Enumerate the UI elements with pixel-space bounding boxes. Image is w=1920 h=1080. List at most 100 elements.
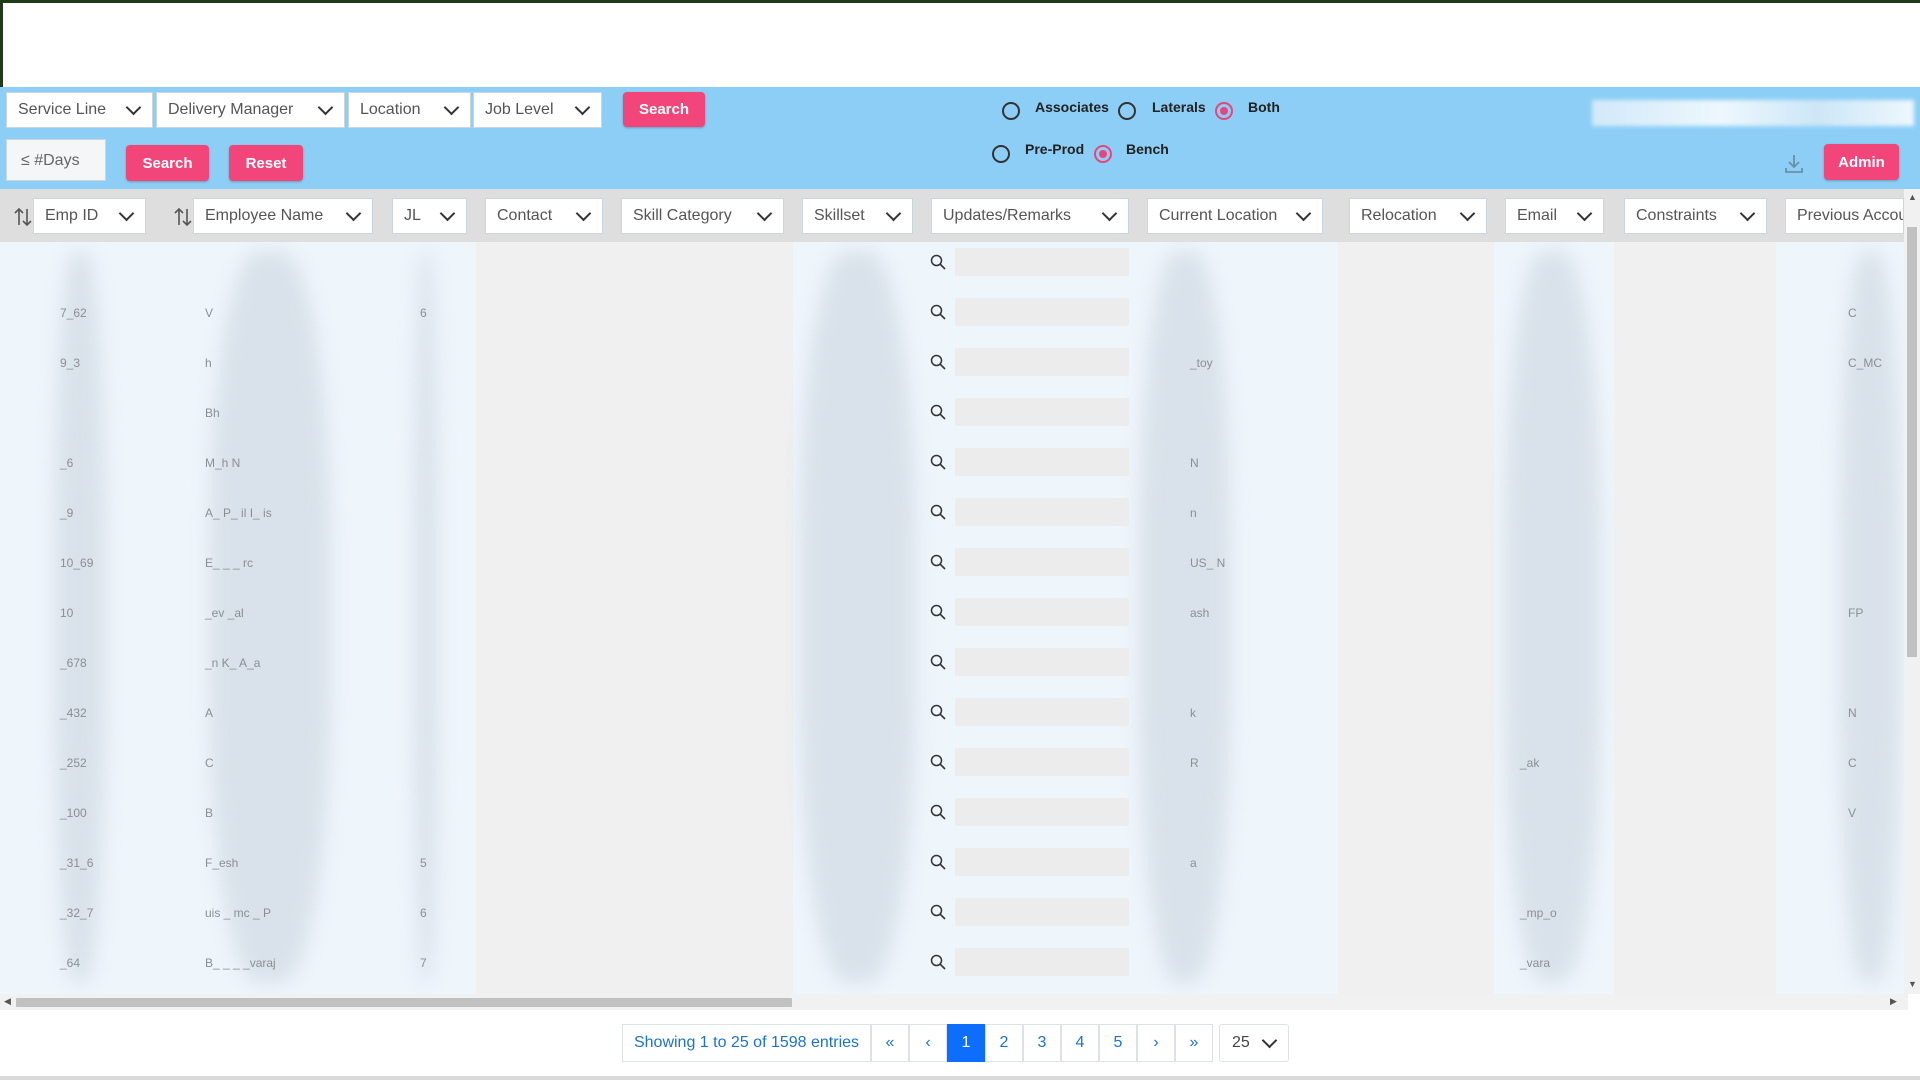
remark-input[interactable] [955, 598, 1129, 626]
remark-input[interactable] [955, 748, 1129, 776]
cell-current-location: a [1190, 856, 1197, 870]
search-days-button[interactable]: Search [126, 145, 209, 181]
col-previous-account-filter[interactable]: Previous Accou [1785, 198, 1904, 234]
search-icon[interactable] [930, 404, 946, 420]
col-jl-filter[interactable]: JL [392, 198, 467, 234]
download-icon[interactable] [1782, 152, 1806, 176]
horizontal-scrollbar[interactable]: ◀ ▶ [0, 994, 1908, 1010]
cell-employee-name: B_ _ _ _varaj [205, 956, 276, 970]
redacted-current-location [1140, 252, 1230, 982]
remark-input[interactable] [955, 548, 1129, 576]
col-contact-filter[interactable]: Contact [485, 198, 603, 234]
search-icon[interactable] [930, 454, 946, 470]
vertical-scroll-thumb[interactable] [1907, 227, 1917, 657]
remark-input[interactable] [955, 898, 1129, 926]
prev-page-button[interactable]: ‹ [909, 1024, 947, 1062]
search-icon[interactable] [930, 704, 946, 720]
search-icon[interactable] [930, 604, 946, 620]
page-size-select[interactable]: 25 [1219, 1024, 1289, 1062]
radio-bench-label: Bench [1126, 141, 1169, 157]
remark-input[interactable] [955, 398, 1129, 426]
service-line-dropdown[interactable]: Service Line [6, 92, 153, 128]
remark-input[interactable] [955, 448, 1129, 476]
search-icon[interactable] [930, 254, 946, 270]
col-email-filter[interactable]: Email [1505, 198, 1604, 234]
days-input[interactable]: ≤ #Days [6, 139, 106, 181]
search-icon[interactable] [930, 954, 946, 970]
location-dropdown[interactable]: Location [348, 92, 471, 128]
search-icon[interactable] [930, 804, 946, 820]
chevron-down-icon [125, 99, 142, 115]
page-2-button[interactable]: 2 [985, 1024, 1023, 1062]
radio-laterals[interactable] [1118, 102, 1136, 120]
cell-current-location: ash [1190, 606, 1210, 620]
col-relocation-label: Relocation [1361, 207, 1437, 224]
remark-input[interactable] [955, 348, 1129, 376]
col-employee-name-label: Employee Name [205, 207, 324, 224]
location-label: Location [360, 101, 421, 118]
col-skillset-filter[interactable]: Skillset [802, 198, 913, 234]
cell-employee-name: C [205, 756, 214, 770]
col-employee-name-filter[interactable]: Employee Name [193, 198, 373, 234]
first-page-button[interactable]: « [871, 1024, 909, 1062]
admin-button[interactable]: Admin [1824, 144, 1899, 180]
scroll-left-icon[interactable]: ◀ [4, 996, 11, 1007]
job-level-dropdown[interactable]: Job Level [473, 92, 602, 128]
cell-previous: C [1848, 306, 1857, 320]
radio-both[interactable] [1215, 102, 1233, 120]
page-3-button[interactable]: 3 [1023, 1024, 1061, 1062]
sort-icon[interactable] [13, 206, 33, 228]
next-page-button[interactable]: › [1137, 1024, 1175, 1062]
cell-emp-id: 9_3 [60, 356, 81, 370]
cell-emp-id: _31_6 [60, 856, 94, 870]
page-5-button[interactable]: 5 [1099, 1024, 1137, 1062]
remark-input[interactable] [955, 648, 1129, 676]
sort-icon[interactable] [173, 206, 193, 228]
radio-pre-prod[interactable] [992, 145, 1010, 163]
remark-input[interactable] [955, 498, 1129, 526]
cell-current-location: US_ N [1190, 556, 1226, 570]
cell-email: _vara [1520, 956, 1551, 970]
search-icon[interactable] [930, 354, 946, 370]
delivery-manager-dropdown[interactable]: Delivery Manager [156, 92, 345, 128]
remark-input[interactable] [955, 948, 1129, 976]
chevron-down-icon [118, 205, 135, 221]
remark-input[interactable] [955, 248, 1129, 276]
cell-employee-name: A [205, 706, 214, 720]
search-button[interactable]: Search [623, 92, 705, 127]
cell-jl: 6 [420, 906, 427, 920]
col-skill-category-filter[interactable]: Skill Category [621, 198, 784, 234]
search-icon[interactable] [930, 304, 946, 320]
radio-bench[interactable] [1094, 145, 1112, 163]
remark-input[interactable] [955, 798, 1129, 826]
remark-input[interactable] [955, 298, 1129, 326]
remark-input[interactable] [955, 698, 1129, 726]
col-emp-id-filter[interactable]: Emp ID [33, 198, 146, 234]
scroll-right-icon[interactable]: ▶ [1890, 996, 1897, 1007]
page-4-button[interactable]: 4 [1061, 1024, 1099, 1062]
page-1-button[interactable]: 1 [947, 1024, 985, 1062]
scroll-down-icon[interactable]: ▼ [1908, 979, 1917, 989]
reset-button[interactable]: Reset [229, 145, 303, 181]
col-relocation-filter[interactable]: Relocation [1349, 198, 1487, 234]
cell-employee-name: V [205, 306, 214, 320]
col-constraints-filter[interactable]: Constraints [1624, 198, 1767, 234]
search-icon[interactable] [930, 654, 946, 670]
search-icon[interactable] [930, 854, 946, 870]
radio-pre-prod-label: Pre-Prod [1025, 141, 1085, 157]
col-updates-remarks-filter[interactable]: Updates/Remarks [931, 198, 1129, 234]
scroll-up-icon[interactable]: ▲ [1908, 192, 1917, 202]
col-current-location-filter[interactable]: Current Location [1147, 198, 1323, 234]
radio-associates[interactable] [1002, 102, 1020, 120]
search-icon[interactable] [930, 904, 946, 920]
search-icon[interactable] [930, 754, 946, 770]
last-page-button[interactable]: » [1175, 1024, 1213, 1062]
search-icon[interactable] [930, 554, 946, 570]
search-icon[interactable] [930, 504, 946, 520]
col-skill-category-label: Skill Category [633, 207, 732, 224]
remark-input[interactable] [955, 848, 1129, 876]
horizontal-scroll-thumb[interactable] [16, 998, 792, 1007]
redacted-jl [415, 252, 437, 982]
vertical-scrollbar[interactable]: ▲ ▼ [1904, 189, 1920, 994]
chevron-down-icon [443, 99, 460, 115]
